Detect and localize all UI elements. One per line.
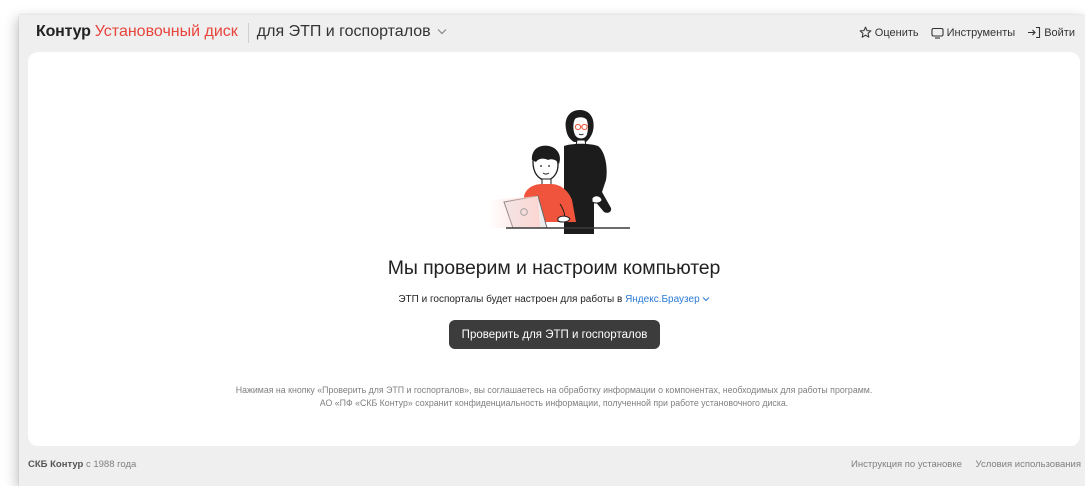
browser-info: ЭТП и госпорталы будет настроен для рабо… <box>28 294 1080 305</box>
brand-logo[interactable]: Контур <box>36 23 91 41</box>
product-name: Установочный диск <box>94 23 238 40</box>
browser-select-label: Яндекс.Браузер <box>625 294 700 305</box>
chevron-down-icon <box>437 28 447 36</box>
check-button[interactable]: Проверить для ЭТП и госпорталов <box>449 320 660 349</box>
footer: СКБ Контур с 1988 года Инструкция по уст… <box>19 457 1085 477</box>
footer-links: Инструкция по установке Условия использо… <box>840 459 1081 470</box>
page-title: Мы проверим и настроим компьютер <box>387 257 721 279</box>
header-divider <box>247 23 249 43</box>
tools-link[interactable]: Инструменты <box>931 26 1016 39</box>
browser-select[interactable]: Яндекс.Браузер <box>625 294 710 305</box>
rate-label: Оценить <box>874 26 919 39</box>
install-guide-link[interactable]: Инструкция по установке <box>851 459 962 470</box>
footer-company: СКБ Контур <box>28 459 84 470</box>
monitor-icon <box>931 27 944 39</box>
header-actions: Оценить Инструменты Войти <box>847 26 1075 39</box>
disclaimer-line-1: Нажимая на кнопку «Проверить для ЭТП и г… <box>235 385 873 395</box>
main-card: Мы проверим и настроим компьютер ЭТП и г… <box>28 52 1080 446</box>
rate-link[interactable]: Оценить <box>859 26 919 39</box>
brand: Контур Установочный диск для ЭТП и госпо… <box>36 23 447 43</box>
people-at-laptop-illustration <box>488 110 630 234</box>
disclaimer-line-2: АО «ПФ «СКБ Контур» сохранит конфиденциа… <box>319 398 789 408</box>
product-variant-select[interactable]: для ЭТП и госпорталов <box>257 23 447 41</box>
login-link[interactable]: Войти <box>1027 26 1075 39</box>
login-arrow-icon <box>1028 26 1041 39</box>
footer-since: с 1988 года <box>85 459 137 470</box>
login-label: Войти <box>1044 26 1075 39</box>
header: Контур Установочный диск для ЭТП и госпо… <box>19 15 1085 51</box>
disclaimer: Нажимая на кнопку «Проверить для ЭТП и г… <box>28 384 1080 410</box>
product-variant-label: для ЭТП и госпорталов <box>256 23 431 40</box>
tools-label: Инструменты <box>946 26 1016 39</box>
app-window: Контур Установочный диск для ЭТП и госпо… <box>19 15 1085 486</box>
footer-copyright: СКБ Контур с 1988 года <box>28 459 136 470</box>
chevron-down-icon <box>702 297 709 302</box>
terms-link[interactable]: Условия использования <box>976 459 1081 470</box>
star-icon <box>859 26 872 38</box>
browser-info-text: ЭТП и госпорталы будет настроен для рабо… <box>398 294 623 305</box>
